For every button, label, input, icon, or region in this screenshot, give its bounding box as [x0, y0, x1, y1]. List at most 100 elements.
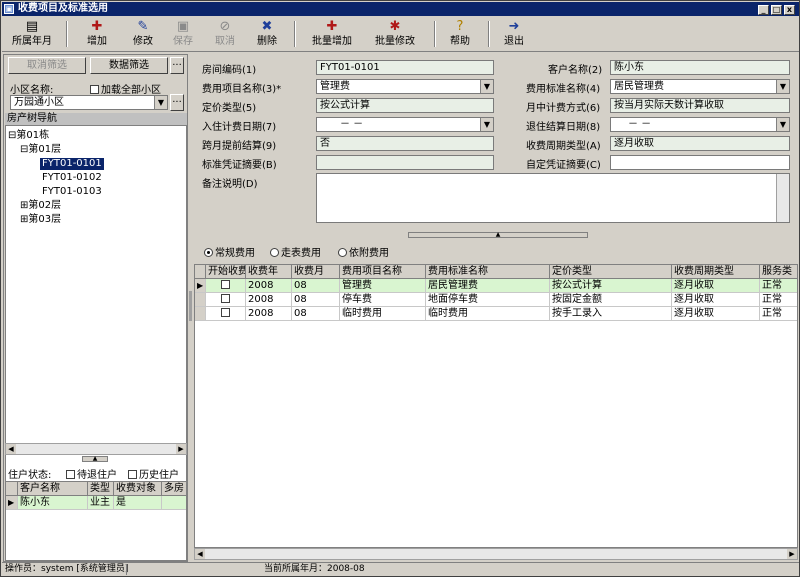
community-more-button[interactable]: ··· [170, 94, 184, 111]
column-header[interactable]: 收费周期类型 [672, 265, 760, 279]
exit-button[interactable]: ➜ 退出 [500, 19, 528, 51]
table-cell-checkbox[interactable] [206, 279, 246, 293]
remark-scrollbar[interactable] [776, 174, 789, 222]
table-cell[interactable] [162, 496, 186, 510]
table-cell[interactable]: 临时费用 [340, 307, 426, 321]
scroll-right-icon[interactable]: ▶ [787, 549, 797, 559]
filter-more-button[interactable]: ··· [170, 57, 184, 74]
voucher-field[interactable] [316, 155, 494, 170]
tree-node-room[interactable]: FYT01-0103 [42, 186, 102, 198]
batch-add-button[interactable]: ✚ 批量增加 [307, 19, 357, 51]
tab-meter-fee[interactable]: 走表费用 [270, 244, 321, 259]
scroll-right-icon[interactable]: ▶ [176, 444, 186, 454]
fee-grid-hscrollbar[interactable]: ◀ ▶ [194, 548, 798, 560]
help-button[interactable]: ? 帮助 [446, 19, 474, 51]
edit-button[interactable]: ✎ 修改 [128, 19, 158, 51]
table-cell[interactable]: 08 [292, 279, 340, 293]
left-splitter-handle[interactable]: ▲ [82, 456, 108, 462]
table-cell[interactable]: 08 [292, 307, 340, 321]
cancel-filter-button[interactable]: 取消筛选 [8, 57, 86, 74]
table-cell[interactable]: 2008 [246, 293, 292, 307]
chevron-down-icon[interactable]: ▼ [776, 118, 789, 131]
toolbar-button-period[interactable]: ▤ 所属年月 [8, 19, 56, 51]
tree-node-floor[interactable]: ⊟第01层 [20, 144, 61, 156]
toolbar-separator [434, 21, 436, 47]
column-header[interactable]: 多房 [162, 482, 186, 496]
column-header[interactable]: 费用项目名称 [340, 265, 426, 279]
table-cell[interactable]: 2008 [246, 279, 292, 293]
table-cell[interactable]: 正常 [760, 279, 797, 293]
tab-regular-fee[interactable]: 常规费用 [204, 244, 255, 259]
history-resident-checkbox[interactable]: 历史住户 [128, 466, 179, 481]
column-header[interactable]: 开始收费 [206, 265, 246, 279]
chevron-down-icon[interactable]: ▼ [776, 80, 789, 93]
table-cell[interactable]: 按手工录入 [550, 307, 672, 321]
delete-button[interactable]: ✖ 删除 [252, 19, 282, 51]
cross-month-field[interactable]: 否 [316, 136, 494, 151]
table-cell[interactable]: 逐月收取 [672, 293, 760, 307]
column-header[interactable]: 收费年 [246, 265, 292, 279]
table-cell-checkbox[interactable] [206, 293, 246, 307]
tree-hscrollbar[interactable]: ◀ ▶ [5, 443, 187, 455]
column-header[interactable]: 类型 [88, 482, 114, 496]
chevron-down-icon[interactable]: ▼ [480, 80, 493, 93]
save-button[interactable]: ▣ 保存 [168, 19, 198, 51]
load-all-checkbox[interactable]: 加载全部小区 [90, 81, 161, 96]
table-cell[interactable]: 逐月收取 [672, 307, 760, 321]
minimize-button[interactable]: _ [758, 5, 769, 15]
column-header[interactable]: 服务类 [760, 265, 797, 279]
cycle-field[interactable]: 逐月收取 [610, 136, 790, 151]
checkout-date-picker[interactable]: － － ▼ [610, 117, 790, 132]
customer-field[interactable]: 陈小东 [610, 60, 790, 75]
scroll-left-icon[interactable]: ◀ [195, 549, 205, 559]
table-cell[interactable]: 临时费用 [426, 307, 550, 321]
column-header[interactable]: 收费月 [292, 265, 340, 279]
checkbox-box[interactable] [90, 85, 99, 94]
column-header[interactable]: 收费对象 [114, 482, 162, 496]
form-splitter-handle[interactable]: ▲ [408, 232, 588, 238]
remark-textarea[interactable] [316, 173, 790, 223]
table-cell-checkbox[interactable] [206, 307, 246, 321]
column-header[interactable]: 费用标准名称 [426, 265, 550, 279]
price-type-field[interactable]: 按公式计算 [316, 98, 494, 113]
scroll-left-icon[interactable]: ◀ [6, 444, 16, 454]
column-header[interactable]: 客户名称 [18, 482, 88, 496]
month-calc-field[interactable]: 按当月实际天数计算收取 [610, 98, 790, 113]
table-cell[interactable]: 按固定金额 [550, 293, 672, 307]
table-cell[interactable]: 正常 [760, 307, 797, 321]
add-button[interactable]: ✚ 增加 [82, 19, 112, 51]
cancel-button[interactable]: ⊘ 取消 [210, 19, 240, 51]
column-header[interactable]: 定价类型 [550, 265, 672, 279]
maximize-button[interactable]: □ [771, 5, 782, 15]
table-cell[interactable]: 2008 [246, 307, 292, 321]
tab-attached-fee[interactable]: 依附费用 [338, 244, 389, 259]
chevron-down-icon[interactable]: ▼ [480, 118, 493, 131]
table-cell[interactable]: 08 [292, 293, 340, 307]
fee-item-select[interactable]: 管理费 ▼ [316, 79, 494, 94]
checkin-date-picker[interactable]: － － ▼ [316, 117, 494, 132]
tree-node-room[interactable]: FYT01-0102 [42, 172, 102, 184]
table-cell[interactable]: 居民管理费 [426, 279, 550, 293]
tree-node-building[interactable]: ⊟第01栋 [8, 130, 49, 142]
batch-edit-button[interactable]: ✱ 批量修改 [370, 19, 420, 51]
tree-node-floor[interactable]: ⊞第02层 [20, 200, 61, 212]
table-cell[interactable]: 正常 [760, 293, 797, 307]
fee-std-select[interactable]: 居民管理费 ▼ [610, 79, 790, 94]
chevron-down-icon[interactable]: ▼ [154, 96, 167, 109]
tree-node-room-selected[interactable]: FYT01-0101 [40, 158, 104, 170]
room-no-field[interactable]: FYT01-0101 [316, 60, 494, 75]
data-filter-button[interactable]: 数据筛选 [90, 57, 168, 74]
table-cell[interactable]: 地面停车费 [426, 293, 550, 307]
table-cell[interactable]: 业主 [88, 496, 114, 510]
table-cell[interactable]: 管理费 [340, 279, 426, 293]
custom-voucher-field[interactable] [610, 155, 790, 170]
community-select[interactable]: 万园通小区 ▼ [10, 95, 168, 110]
tree-node-floor[interactable]: ⊞第03层 [20, 214, 61, 226]
pending-resident-checkbox[interactable]: 待退住户 [66, 466, 117, 481]
table-cell[interactable]: 是 [114, 496, 162, 510]
table-cell[interactable]: 停车费 [340, 293, 426, 307]
table-cell[interactable]: 陈小东 [18, 496, 88, 510]
table-cell[interactable]: 按公式计算 [550, 279, 672, 293]
close-button[interactable]: x [784, 5, 795, 15]
table-cell[interactable]: 逐月收取 [672, 279, 760, 293]
